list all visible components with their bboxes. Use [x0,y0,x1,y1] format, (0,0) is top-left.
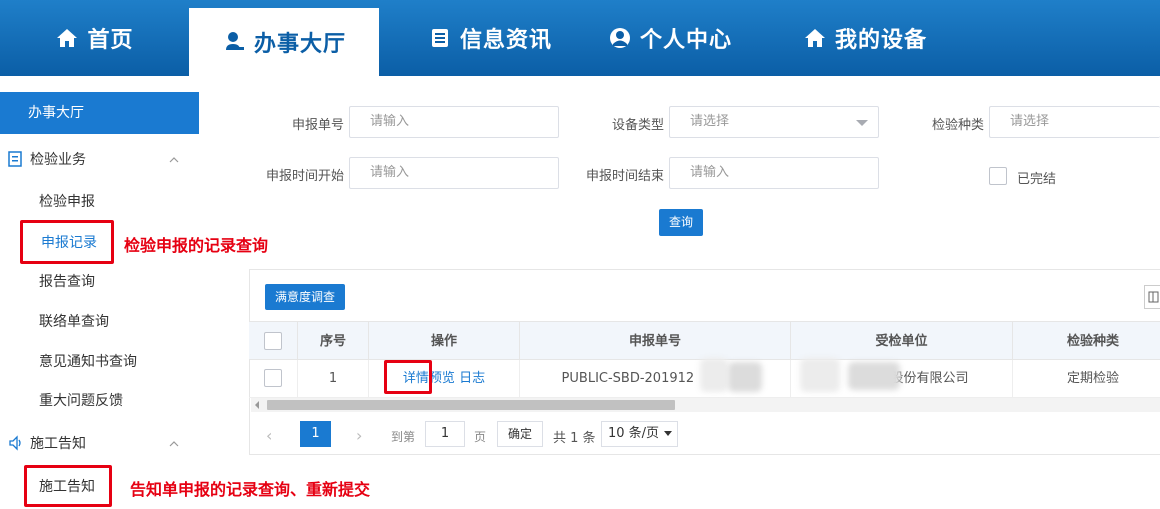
chevron-up-icon [169,437,179,447]
person-stamp-icon [222,30,246,54]
highlight-apply-records [20,220,114,264]
sidebar-item-opinion-query[interactable]: 意见通知书查询 [39,351,137,371]
annotation-notice-query: 告知单申报的记录查询、重新提交 [130,480,371,499]
sidebar-group-inspection-label: 检验业务 [30,152,86,168]
device-type-label: 设备类型 [611,118,664,133]
time-end-label: 申报时间结束 [585,169,664,184]
sidebar-item-major-feedback[interactable]: 重大问题反馈 [39,390,123,410]
header-report-no: 申报单号 [520,322,791,361]
completed-checkbox[interactable] [989,167,1007,185]
next-page-icon[interactable]: › [356,426,362,445]
chevron-up-icon [169,153,179,163]
device-type-select[interactable]: 请选择 [669,106,879,138]
sidebar: 办事大厅 检验业务 检验申报 申报记录 报告查询 联络单查询 意见通知书查询 重… [0,76,199,509]
nav-personal-center[interactable]: 个人中心 [595,0,745,76]
device-type-placeholder: 请选择 [690,114,730,129]
nav-my-devices-label: 我的设备 [834,28,927,53]
header-inspect-type: 检验种类 [1066,334,1119,349]
nav-home[interactable]: 首页 [0,0,189,76]
goto-label: 到第 [391,430,416,444]
nav-home-label: 首页 [87,28,134,53]
select-all-checkbox[interactable] [264,332,282,350]
highlight-construction-notice [24,465,112,507]
page-size-value: 10 条/页 [608,426,660,441]
nav-service-hall-label: 办事大厅 [253,32,346,57]
nav-news[interactable]: 信息资讯 [410,0,570,76]
document-icon [8,151,24,167]
redaction-blur [848,362,900,390]
speaker-icon [8,435,24,451]
user-circle-icon [608,26,632,50]
scroll-left-icon[interactable] [255,401,259,409]
sidebar-group-inspection[interactable]: 检验业务 [0,142,199,176]
report-no-label: 申报单号 [291,118,344,133]
total-count: 共 1 条 [553,431,596,446]
row-index: 1 [298,360,369,398]
redaction-blur [800,358,840,392]
report-no-input[interactable]: 请输入 [349,106,559,138]
table-header: 序号 操作 申报单号 受检单位 检验种类 [249,321,1160,361]
chevron-down-icon [856,120,868,126]
sidebar-group-construction[interactable]: 施工告知 [0,426,199,460]
time-end-input[interactable]: 请输入 [669,157,879,189]
sidebar-item-report-query[interactable]: 报告查询 [39,271,95,291]
goto-page-input[interactable]: 1 [425,421,465,447]
nav-news-label: 信息资讯 [459,28,552,53]
satisfaction-survey-button[interactable]: 满意度调查 [265,284,345,310]
log-link[interactable]: 日志 [459,371,485,386]
column-settings-icon[interactable] [1144,285,1160,309]
prev-page-icon[interactable]: ‹ [266,426,272,445]
sidebar-item-inspection-apply[interactable]: 检验申报 [39,191,95,211]
row-inspect-type: 定期检验 [1066,371,1119,386]
page-size-select[interactable]: 10 条/页 [601,421,678,447]
nav-personal-center-label: 个人中心 [639,28,732,53]
row-select-cell [249,360,298,398]
time-start-input[interactable]: 请输入 [349,157,559,189]
report-no-prefix: PUBLIC-SBD-201912 [561,371,695,386]
completed-label: 已完结 [1017,172,1057,187]
inspect-type-select[interactable]: 请选择 [989,106,1160,138]
header-index: 序号 [298,322,369,361]
redaction-blur [728,362,762,392]
scrollbar-thumb[interactable] [267,400,675,410]
redaction-blur [700,358,728,392]
page-label: 页 [474,430,487,444]
header-unit: 受检单位 [791,322,1013,361]
preview-link[interactable]: 预览 [429,371,455,386]
sidebar-header: 办事大厅 [0,92,199,134]
unit-suffix: 股份有限公司 [890,371,969,386]
annotation-record-query: 检验申报的记录查询 [124,236,269,255]
nav-service-hall[interactable]: 办事大厅 [189,8,379,76]
row-checkbox[interactable] [264,369,282,387]
top-navigation: 首页 办事大厅 信息资讯 个人中心 我的设备 [0,0,1160,76]
header-actions: 操作 [369,322,520,361]
news-icon [428,26,452,50]
inspect-type-label: 检验种类 [931,118,984,133]
header-select [249,322,298,361]
home-icon [803,26,827,50]
home-icon [55,26,79,50]
search-button[interactable]: 查询 [659,209,703,236]
sidebar-item-contact-query[interactable]: 联络单查询 [39,311,109,331]
sidebar-group-construction-label: 施工告知 [30,436,86,452]
page-1-button[interactable]: 1 [300,421,331,447]
highlight-detail-link [384,360,432,394]
time-start-label: 申报时间开始 [265,169,344,184]
chevron-down-icon [664,431,672,436]
nav-my-devices[interactable]: 我的设备 [790,0,940,76]
confirm-button[interactable]: 确定 [497,421,543,447]
